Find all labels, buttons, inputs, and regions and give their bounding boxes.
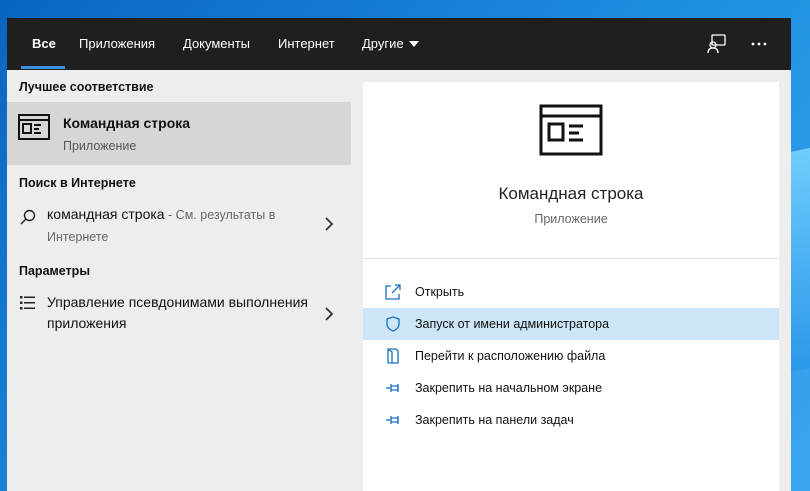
preview-panel: Командная строка Приложение Открыть Запу… [363, 82, 779, 491]
search-tabs-bar: Все Приложения Документы Интернет Другие [7, 18, 791, 70]
tab-more[interactable]: Другие [362, 18, 419, 70]
tab-apps[interactable]: Приложения [79, 18, 155, 70]
search-window: Все Приложения Документы Интернет Другие… [7, 18, 791, 491]
more-options-icon[interactable] [747, 32, 771, 56]
pin-icon [385, 412, 401, 433]
tab-more-label: Другие [362, 36, 404, 51]
action-pin-to-taskbar-label: Закрепить на панели задач [415, 413, 574, 427]
action-run-as-admin[interactable]: Запуск от имени администратора [363, 308, 779, 340]
action-open-file-location[interactable]: Перейти к расположению файла [363, 340, 779, 372]
feedback-icon[interactable] [705, 32, 729, 56]
preview-subtitle: Приложение [534, 212, 608, 226]
settings-list-icon [19, 294, 37, 317]
divider [363, 258, 779, 259]
command-prompt-icon [539, 104, 603, 161]
results-panel: Лучшее соответствие Командная строка При… [7, 70, 351, 491]
chevron-right-icon[interactable] [323, 306, 335, 327]
search-icon [19, 208, 37, 231]
settings-heading: Параметры [19, 264, 90, 278]
action-run-as-admin-label: Запуск от имени администратора [415, 317, 610, 331]
best-match-heading: Лучшее соответствие [19, 80, 154, 94]
chevron-right-icon[interactable] [323, 216, 335, 237]
action-open-label: Открыть [415, 285, 465, 299]
preview-title: Командная строка [498, 184, 644, 203]
action-pin-to-start[interactable]: Закрепить на начальном экране [363, 372, 779, 404]
best-match-result[interactable]: Командная строка Приложение [7, 102, 351, 165]
pin-icon [385, 380, 401, 401]
action-pin-to-taskbar[interactable]: Закрепить на панели задач [363, 404, 779, 436]
best-match-subtitle: Приложение [63, 139, 137, 153]
tab-documents[interactable]: Документы [183, 18, 250, 70]
web-search-result[interactable]: командная строка - См. результаты в Инте… [7, 200, 351, 252]
open-icon [385, 284, 401, 305]
web-search-heading: Поиск в Интернете [19, 176, 136, 190]
shield-icon [385, 316, 401, 337]
tab-internet[interactable]: Интернет [278, 18, 335, 70]
command-prompt-icon [17, 113, 51, 146]
tab-all[interactable]: Все [32, 18, 56, 70]
web-search-text: командная строка - См. результаты в Инте… [47, 204, 317, 248]
file-location-icon [385, 348, 401, 369]
chevron-down-icon [408, 40, 419, 47]
active-tab-indicator [21, 66, 65, 69]
web-search-query: командная строка [47, 206, 165, 222]
settings-result-label: Управление псевдонимами выполнения прило… [47, 294, 308, 331]
settings-result[interactable]: Управление псевдонимами выполнения прило… [7, 290, 351, 342]
best-match-title: Командная строка [63, 115, 191, 131]
action-pin-to-start-label: Закрепить на начальном экране [415, 381, 603, 395]
action-open-file-location-label: Перейти к расположению файла [415, 349, 606, 363]
action-open[interactable]: Открыть [363, 276, 779, 308]
